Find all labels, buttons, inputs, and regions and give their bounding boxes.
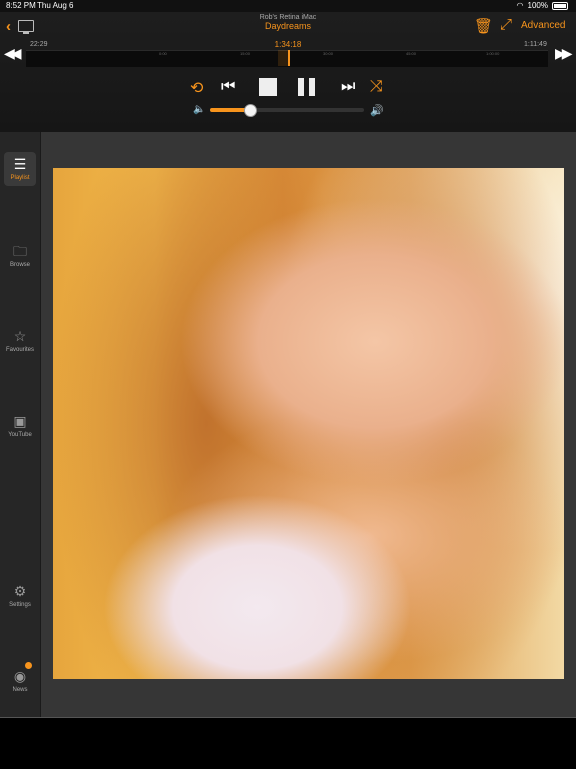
sidebar-item-label: News [12,687,28,693]
playhead[interactable] [288,50,290,66]
timeline-tick: 45:00 [406,51,417,56]
status-date: Thu Aug 6 [37,1,74,10]
volume-low-icon: 🔈 [193,104,206,115]
battery-percent: 100% [527,1,548,10]
battery-icon [552,1,568,10]
sidebar-item-label: Playlist [10,175,30,181]
folder-icon: 🗀 [13,243,27,259]
sidebar-item-news[interactable]: ◉ News [0,668,40,693]
status-bar: 8:52 PM Thu Aug 6 ◠ 100% [0,0,576,12]
sidebar-item-label: Settings [9,602,31,608]
wifi-icon: ◠ [516,1,524,10]
sidebar-item-youtube[interactable]: ▣ YouTube [0,413,40,438]
bottom-bar [0,717,576,769]
volume-high-icon: 🔊 [370,105,384,117]
sidebar-item-label: Browse [9,262,30,268]
sidebar-item-label: Favourites [5,347,34,353]
player-header: ‹ Rob's Retina iMac Daydreams 🗑 ⤢ Advanc… [0,12,576,132]
album-artwork[interactable] [53,168,564,679]
total-time: 1:11:49 [524,41,547,48]
star-icon: ☆ [13,328,27,344]
youtube-icon: ▣ [13,413,27,429]
sidebar-item-playlist[interactable]: ☰ Playlist [4,152,36,186]
gear-icon: ⚙ [13,583,27,599]
sidebar-item-settings[interactable]: ⚙ Settings [0,583,40,608]
timeline-tick: 0:00 [159,51,167,56]
timeline-tick: 30:00 [323,51,334,56]
pause-button[interactable] [298,78,316,96]
fast-forward-icon[interactable]: ▶▶ [555,45,572,62]
volume-thumb[interactable] [244,104,258,117]
status-time: 8:52 PM [6,1,36,10]
news-badge [25,662,32,669]
advanced-button[interactable]: Advanced [521,20,565,31]
repeat-icon[interactable]: ⟲ [190,78,203,98]
trash-icon[interactable]: 🗑 [474,17,493,35]
timeline-tick: 15:00 [240,51,251,56]
sidebar-item-label: YouTube [8,432,32,438]
rewind-icon[interactable]: ◀◀ [4,45,21,62]
playhead-shadow [278,50,288,66]
sidebar-item-browse[interactable]: 🗀 Browse [0,243,40,268]
sidebar-item-favourites[interactable]: ☆ Favourites [0,328,40,353]
fullscreen-icon[interactable]: ⤢ [500,16,512,33]
rss-icon: ◉ [13,668,27,684]
stop-button[interactable] [259,78,277,96]
timeline-tick: 1:00:00 [486,51,500,56]
shuffle-icon[interactable]: ⤨ [370,78,383,96]
next-icon[interactable]: ⏭ [341,78,355,96]
current-time: 1:34:18 [274,40,302,49]
sidebar: ☰ Playlist 🗀 Browse ☆ Favourites ▣ YouTu… [0,132,41,717]
status-right: ◠ 100% [517,1,568,10]
list-icon: ☰ [13,156,27,172]
previous-icon[interactable]: ⏮ [221,78,235,96]
